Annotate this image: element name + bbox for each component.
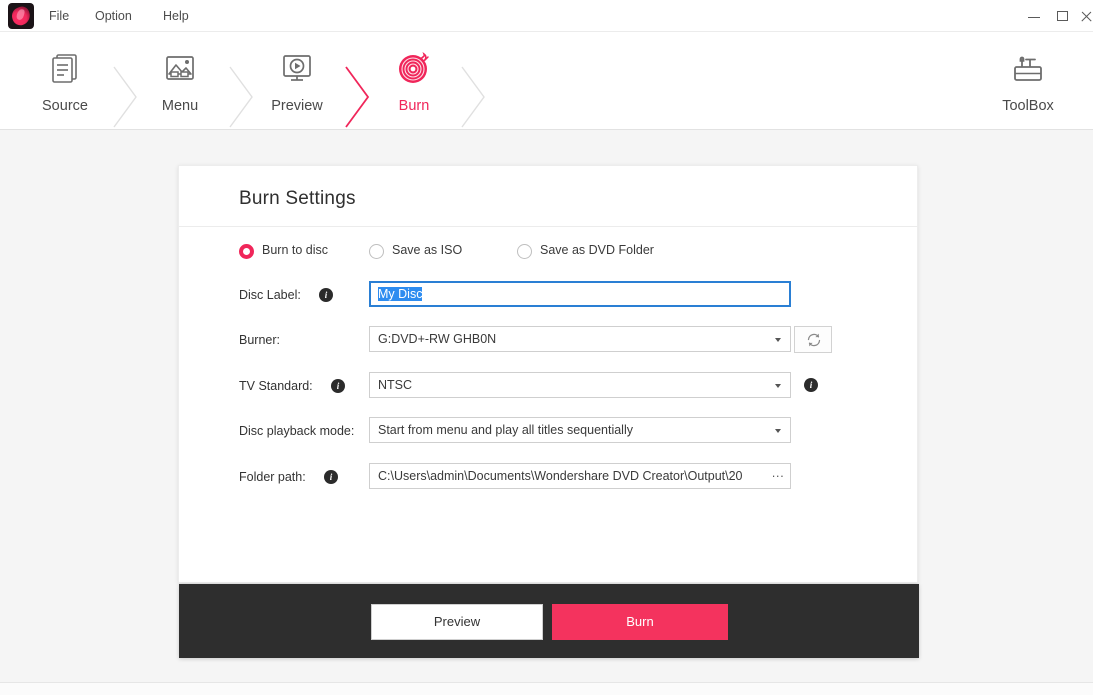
info-icon[interactable]: i (804, 378, 818, 392)
minimize-icon[interactable] (1020, 0, 1048, 32)
step-burn[interactable]: Burn (355, 32, 473, 130)
field-row-tv-standard: TV Standard: i NTSC i (179, 372, 919, 402)
tv-standard-value: NTSC (378, 378, 413, 392)
refresh-icon (807, 333, 821, 347)
info-icon[interactable]: i (324, 470, 338, 484)
info-icon[interactable]: i (319, 288, 333, 302)
burn-button[interactable]: Burn (552, 604, 728, 640)
radio-save-as-dvd-folder-label: Save as DVD Folder (540, 243, 654, 257)
preview-button[interactable]: Preview (371, 604, 543, 640)
burner-select[interactable]: G:DVD+-RW GHB0N (369, 326, 791, 352)
disc-label-label: Disc Label: (239, 288, 301, 302)
toolbox-label: ToolBox (1002, 98, 1054, 114)
folder-path-value: C:\Users\admin\Documents\Wondershare DVD… (378, 469, 743, 483)
document-pages-icon (52, 54, 77, 83)
step-burn-label: Burn (398, 98, 430, 114)
field-row-folder-path: Folder path: i C:\Users\admin\Documents\… (179, 463, 919, 493)
panel-footer: Preview Burn (179, 584, 919, 658)
step-navigation-bar: Source Menu Preview Burn ToolBox (0, 32, 1093, 130)
radio-dot-icon (517, 244, 532, 259)
tv-standard-label: TV Standard: (239, 379, 313, 393)
field-row-disc-label: Disc Label: i My Disc (179, 281, 919, 311)
app-logo-icon (8, 3, 34, 29)
step-menu[interactable]: Menu (121, 32, 239, 130)
step-preview[interactable]: Preview (238, 32, 356, 130)
burn-settings-panel: Burn Settings Burn to disc Save as ISO S… (178, 165, 919, 658)
monitor-play-icon (283, 55, 311, 81)
toolbox-button[interactable]: ToolBox (973, 32, 1083, 130)
refresh-burner-button[interactable] (794, 326, 832, 353)
radio-dot-selected-icon (239, 244, 254, 259)
radio-dot-icon (369, 244, 384, 259)
field-row-burner: Burner: G:DVD+-RW GHB0N (179, 326, 919, 356)
burning-disc-icon (399, 52, 429, 83)
folder-path-overflow-marker[interactable]: ··· (772, 464, 785, 488)
burner-value: G:DVD+-RW GHB0N (378, 332, 497, 346)
toolbox-icon (1014, 56, 1042, 81)
chevron-down-icon (775, 338, 781, 342)
menu-file[interactable]: File (42, 0, 76, 32)
step-source-label: Source (42, 98, 88, 114)
playback-mode-select[interactable]: Start from menu and play all titles sequ… (369, 417, 791, 443)
menu-help[interactable]: Help (156, 0, 196, 32)
folder-path-input[interactable]: C:\Users\admin\Documents\Wondershare DVD… (369, 463, 791, 489)
close-icon[interactable] (1072, 0, 1093, 32)
burner-label: Burner: (239, 333, 280, 347)
disc-label-selected-text: My Disc (378, 287, 423, 301)
chevron-down-icon (775, 429, 781, 433)
chevron-down-icon (775, 384, 781, 388)
info-icon[interactable]: i (331, 379, 345, 393)
title-divider (179, 226, 919, 227)
page-title: Burn Settings (239, 188, 356, 209)
main-content-area: Burn Settings Burn to disc Save as ISO S… (0, 130, 1093, 682)
step-source[interactable]: Source (6, 32, 124, 130)
radio-save-as-iso-label: Save as ISO (392, 243, 463, 257)
playback-mode-label: Disc playback mode: (239, 424, 355, 438)
field-row-playback-mode: Disc playback mode: Start from menu and … (179, 417, 919, 447)
output-mode-radio-group: Burn to disc Save as ISO Save as DVD Fol… (239, 241, 879, 265)
status-bar (0, 682, 1093, 695)
image-gallery-icon (166, 56, 194, 80)
tv-standard-select[interactable]: NTSC (369, 372, 791, 398)
title-bar: File Option Help (0, 0, 1093, 32)
step-preview-label: Preview (271, 98, 323, 114)
disc-label-input[interactable]: My Disc (369, 281, 791, 307)
radio-burn-to-disc-label: Burn to disc (262, 243, 329, 257)
playback-mode-value: Start from menu and play all titles sequ… (378, 423, 633, 437)
step-menu-label: Menu (161, 98, 199, 114)
menu-option[interactable]: Option (88, 0, 139, 32)
folder-path-label: Folder path: (239, 470, 306, 484)
